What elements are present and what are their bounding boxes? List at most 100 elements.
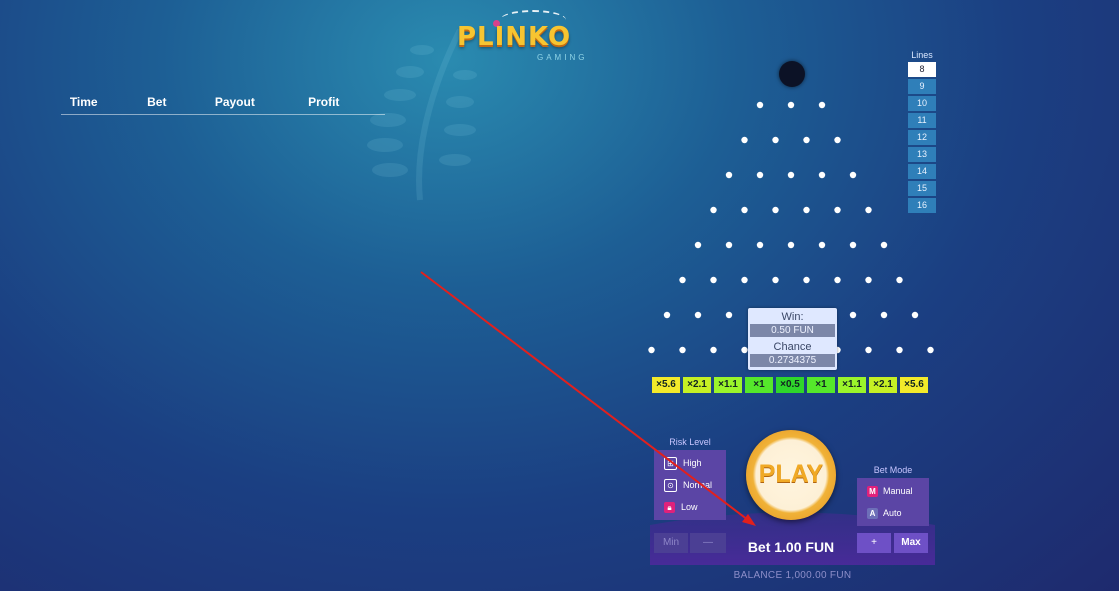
lines-option-14[interactable]: 14	[908, 164, 936, 179]
peg	[818, 171, 826, 179]
peg	[834, 206, 841, 214]
manual-icon: M	[867, 485, 878, 497]
peg-board	[648, 101, 934, 354]
peg	[725, 241, 733, 249]
annotation-arrow	[420, 271, 756, 526]
risk-high-icon: ⊞	[664, 456, 677, 470]
lines-option-13[interactable]: 13	[908, 147, 936, 162]
chance-label: Chance	[773, 341, 812, 353]
balance-display: BALANCE 1,000.00 FUN	[733, 570, 852, 581]
peg	[694, 311, 702, 319]
peg	[865, 276, 872, 284]
peg	[911, 311, 919, 319]
peg	[741, 206, 748, 214]
peg	[803, 206, 810, 214]
risk-options: ⊞ High ⊙ Normal 🔒︎ Low	[654, 450, 726, 520]
mode-option-label: Auto	[883, 508, 902, 518]
mode-option-auto[interactable]: A Auto	[857, 502, 929, 524]
peg	[865, 206, 872, 214]
mode-option-label: Manual	[883, 486, 913, 496]
peg	[818, 241, 826, 249]
win-value: 0.50 FUN	[750, 324, 835, 337]
mode-options: M Manual A Auto	[857, 478, 929, 526]
lines-option-8[interactable]: 8	[908, 62, 936, 77]
multiplier-slot: ×2.1	[683, 377, 711, 393]
risk-option-label: High	[683, 458, 702, 468]
risk-option-low[interactable]: 🔒︎ Low	[654, 496, 726, 518]
peg	[849, 171, 857, 179]
peg	[772, 136, 779, 144]
bet-amount-row: Min — Bet 1.00 FUN + Max	[654, 533, 928, 555]
peg	[818, 101, 826, 109]
peg	[803, 276, 810, 284]
peg	[725, 311, 733, 319]
peg	[849, 241, 857, 249]
multiplier-slot: ×5.6	[652, 377, 680, 393]
multiplier-slot: ×1.1	[714, 377, 742, 393]
multiplier-slot: ×1.1	[838, 377, 866, 393]
peg	[787, 171, 795, 179]
peg	[741, 136, 748, 144]
peg	[710, 276, 717, 284]
peg	[787, 241, 795, 249]
risk-option-high[interactable]: ⊞ High	[654, 452, 726, 474]
logo-subtitle: GAMING	[537, 53, 588, 62]
risk-option-normal[interactable]: ⊙ Normal	[654, 474, 726, 496]
peg	[849, 311, 857, 319]
multiplier-slot: ×1	[745, 377, 773, 393]
peg	[694, 241, 702, 249]
peg	[865, 346, 872, 354]
mode-option-manual[interactable]: M Manual	[857, 480, 929, 502]
lines-option-9[interactable]: 9	[908, 79, 936, 94]
history-col-payout: Payout	[214, 95, 255, 109]
peg	[710, 206, 717, 214]
lines-title: Lines	[911, 50, 933, 60]
history-col-time: Time	[69, 95, 98, 109]
peg	[756, 101, 764, 109]
auto-icon: A	[867, 507, 878, 519]
lines-option-10[interactable]: 10	[908, 96, 936, 111]
ball-drop-hole	[779, 61, 805, 87]
peg	[663, 311, 671, 319]
peg	[679, 276, 686, 284]
risk-title: Risk Level	[669, 437, 711, 447]
history-col-profit: Profit	[308, 95, 340, 109]
increase-bet-button[interactable]: +	[857, 533, 891, 553]
peg	[787, 101, 795, 109]
peg	[741, 346, 748, 354]
peg	[772, 276, 779, 284]
history-col-bet: Bet	[147, 95, 167, 109]
risk-level-panel: Risk Level ⊞ High ⊙ Normal 🔒︎ Low	[654, 437, 726, 520]
peg	[896, 346, 903, 354]
peg	[679, 346, 686, 354]
max-bet-button[interactable]: Max	[894, 533, 928, 553]
plinko-logo: PLINKO GAMING	[455, 10, 595, 70]
lines-option-16[interactable]: 16	[908, 198, 936, 213]
peg	[741, 276, 748, 284]
peg	[725, 171, 733, 179]
logo-title: PLINKO	[457, 22, 572, 52]
lines-option-11[interactable]: 11	[908, 113, 936, 128]
peg	[772, 206, 779, 214]
mode-title: Bet Mode	[873, 465, 913, 475]
multiplier-slot: ×5.6	[900, 377, 928, 393]
lines-option-12[interactable]: 12	[908, 130, 936, 145]
chance-value: 0.2734375	[750, 354, 835, 367]
peg	[756, 171, 764, 179]
peg	[834, 136, 841, 144]
peg	[803, 136, 810, 144]
risk-option-label: Low	[681, 502, 698, 512]
lines-selector: Lines 8 9 10 11 12 13 14 15 16	[908, 50, 936, 215]
peg	[834, 276, 841, 284]
peg	[927, 346, 934, 354]
peg	[648, 346, 655, 354]
play-button[interactable]: PLAY	[746, 430, 836, 520]
peg	[880, 241, 888, 249]
peg	[710, 346, 717, 354]
play-label: PLAY	[758, 460, 824, 488]
peg	[756, 241, 764, 249]
lines-option-15[interactable]: 15	[908, 181, 936, 196]
peg	[880, 311, 888, 319]
peg	[896, 276, 903, 284]
history-header: Time Bet Payout Profit	[61, 95, 385, 115]
